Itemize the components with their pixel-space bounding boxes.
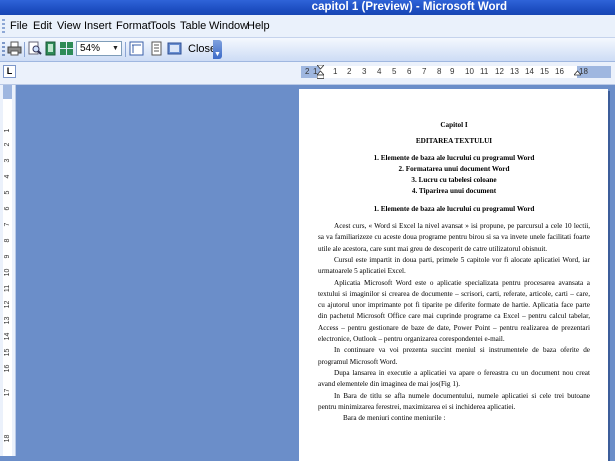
ruler-number: 5 xyxy=(4,190,11,195)
magnifier-button[interactable] xyxy=(27,41,42,56)
zoom-value: 54% xyxy=(80,43,101,54)
magnifier-icon xyxy=(28,41,42,55)
document-page[interactable]: Capitol I EDITAREA TEXTULUI 1. Elemente … xyxy=(299,89,608,461)
menubar-grip[interactable] xyxy=(2,19,5,33)
shrink-to-fit-icon xyxy=(151,41,162,56)
one-page-button[interactable] xyxy=(43,41,58,56)
ruler-number: 2 xyxy=(4,142,11,147)
ruler-number: 10 xyxy=(465,67,474,76)
multiple-pages-button[interactable] xyxy=(59,41,74,56)
chapter-heading: EDITAREA TEXTULUI xyxy=(415,137,493,146)
ruler-number: 7 xyxy=(422,67,427,76)
ruler-number: 16 xyxy=(4,364,11,373)
paragraph: Aplicatia Microsoft Word este o aplicati… xyxy=(318,278,590,344)
menu-bar: File Edit View Insert Format Tools Table… xyxy=(0,15,615,38)
zoom-select[interactable]: 54% ▼ xyxy=(76,41,122,56)
paragraph: In continuare va voi prezenta succint me… xyxy=(318,346,590,366)
ruler-number: 6 xyxy=(4,206,11,211)
tab-selector[interactable]: L xyxy=(3,65,16,78)
ruler-number: 8 xyxy=(437,67,442,76)
ruler-number: 17 xyxy=(4,388,11,397)
ruler-number: 9 xyxy=(450,67,455,76)
ruler-number: 2 xyxy=(347,67,352,76)
toc-item: 1. Elemente de baza ale lucrului cu prog… xyxy=(373,153,535,162)
ruler-number: 10 xyxy=(4,268,11,277)
right-indent-marker[interactable] xyxy=(574,65,581,79)
ruler-number: 15 xyxy=(4,348,11,357)
print-preview-toolbar: 54% ▼ Close ▼ xyxy=(0,38,615,62)
menu-file[interactable]: File xyxy=(10,19,28,33)
ruler-number: 14 xyxy=(525,67,534,76)
paragraph: Cursul este impartit in doua parti, prim… xyxy=(318,255,590,276)
left-indent-marker[interactable] xyxy=(317,65,324,79)
ruler-number: 7 xyxy=(4,222,11,227)
title-bar: capitol 1 (Preview) - Microsoft Word xyxy=(0,0,615,15)
ruler-number: 15 xyxy=(540,67,549,76)
toc-item: 2. Formatarea unui document Word xyxy=(398,164,510,173)
menu-window[interactable]: Window xyxy=(209,19,248,33)
toolbar-options-button[interactable]: ▼ xyxy=(213,40,222,59)
toolbar-options-icon: ▼ xyxy=(214,51,221,58)
menu-help[interactable]: Help xyxy=(247,19,270,33)
ruler-number: 1 xyxy=(4,128,11,133)
close-preview-button[interactable]: Close xyxy=(188,42,216,56)
menu-insert[interactable]: Insert xyxy=(84,19,112,33)
ruler-number: 18 xyxy=(4,434,11,443)
menu-edit[interactable]: Edit xyxy=(33,19,52,33)
multiple-pages-icon xyxy=(60,42,73,55)
chevron-down-icon[interactable]: ▼ xyxy=(111,43,120,54)
toc-item: 4. Tiparirea unui document xyxy=(411,187,497,196)
menu-view[interactable]: View xyxy=(57,19,81,33)
ruler-number: 11 xyxy=(4,284,11,293)
shrink-to-fit-button[interactable] xyxy=(149,41,164,56)
menu-format[interactable]: Format xyxy=(116,19,151,33)
full-screen-icon xyxy=(167,42,182,55)
ruler-number: 11 xyxy=(480,67,489,76)
ruler-number: 4 xyxy=(4,174,11,179)
full-screen-button[interactable] xyxy=(167,41,182,56)
ruler-number: 14 xyxy=(4,332,11,341)
section-heading: 1. Elemente de baza ale lucrului cu prog… xyxy=(373,204,535,213)
toc-item: 3. Lucru cu tabelesi coloane xyxy=(411,176,497,185)
chapter-label: Capitol I xyxy=(440,121,468,129)
vertical-ruler[interactable]: 1 2 3 4 5 6 7 8 9 10 11 12 13 14 15 16 1… xyxy=(0,85,16,456)
ruler-number: 3 xyxy=(362,67,367,76)
paragraph: Bara de meniuri contine meniurile : xyxy=(343,414,446,423)
ruler-row: L 2 1 1 2 3 4 5 6 7 8 9 10 11 12 13 14 1… xyxy=(0,62,615,85)
menu-table[interactable]: Table xyxy=(180,19,206,33)
printer-icon xyxy=(7,41,22,56)
paragraph: In Bara de titlu se afla numele document… xyxy=(318,391,590,411)
document-body: Capitol I EDITAREA TEXTULUI 1. Elemente … xyxy=(318,120,590,424)
ruler-number: 4 xyxy=(377,67,382,76)
ruler-number: 16 xyxy=(555,67,564,76)
one-page-icon xyxy=(45,41,56,56)
top-margin-zone xyxy=(3,85,12,99)
horizontal-ruler[interactable]: 2 1 1 2 3 4 5 6 7 8 9 10 11 12 13 14 15 … xyxy=(301,65,611,79)
toolbar-grip[interactable] xyxy=(2,42,5,57)
ruler-number: 9 xyxy=(4,254,11,259)
ruler-number: 6 xyxy=(407,67,412,76)
ruler-icon xyxy=(129,41,144,56)
menu-tools[interactable]: Tools xyxy=(150,19,176,33)
ruler-number: 3 xyxy=(4,158,11,163)
ruler-number: 13 xyxy=(4,316,11,325)
ruler-number: 5 xyxy=(392,67,397,76)
paragraph: Acest curs, « Word si Excel la nivel ava… xyxy=(318,222,590,253)
window-title: capitol 1 (Preview) - Microsoft Word xyxy=(311,1,507,13)
ruler-number: 12 xyxy=(495,67,504,76)
ruler-number: 2 xyxy=(305,67,310,76)
ruler-number: 1 xyxy=(333,67,338,76)
toolbar-separator xyxy=(125,42,126,57)
paragraph: Dupa lansarea in executie a aplicatiei v… xyxy=(318,368,590,389)
left-tab-icon: L xyxy=(6,66,13,76)
ruler-number: 13 xyxy=(510,67,519,76)
print-button[interactable] xyxy=(7,41,22,56)
ruler-number: 12 xyxy=(4,300,11,309)
toolbar-separator xyxy=(24,42,25,57)
view-ruler-button[interactable] xyxy=(129,41,144,56)
ruler-number: 8 xyxy=(4,238,11,243)
toc-list: 1. Elemente de baza ale lucrului cu prog… xyxy=(318,153,590,198)
